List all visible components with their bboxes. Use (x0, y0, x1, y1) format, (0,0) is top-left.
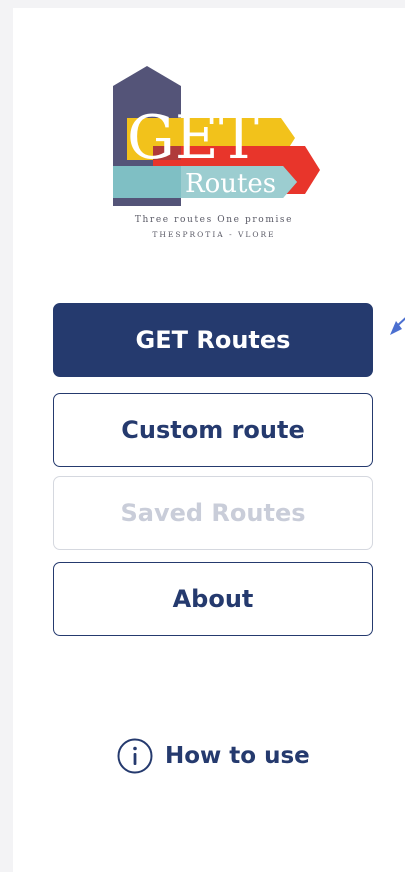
how-to-use-link[interactable]: How to use (117, 738, 310, 774)
arrow-pointer-icon (390, 317, 405, 335)
logo-text-get: GET (127, 103, 259, 173)
about-button[interactable]: About (53, 562, 373, 636)
logo-tagline: Three routes One promise (134, 215, 294, 225)
how-to-use-label: How to use (165, 743, 310, 769)
logo-subtagline: THESPROTIA - VLORE (152, 230, 276, 239)
custom-route-button[interactable]: Custom route (53, 393, 373, 467)
info-icon (117, 738, 153, 774)
saved-routes-button: Saved Routes (53, 476, 373, 550)
get-routes-button[interactable]: GET Routes (53, 303, 373, 377)
menu-panel: GET Routes Three routes One promise THES… (13, 8, 405, 872)
logo-text-routes: Routes (185, 169, 276, 199)
